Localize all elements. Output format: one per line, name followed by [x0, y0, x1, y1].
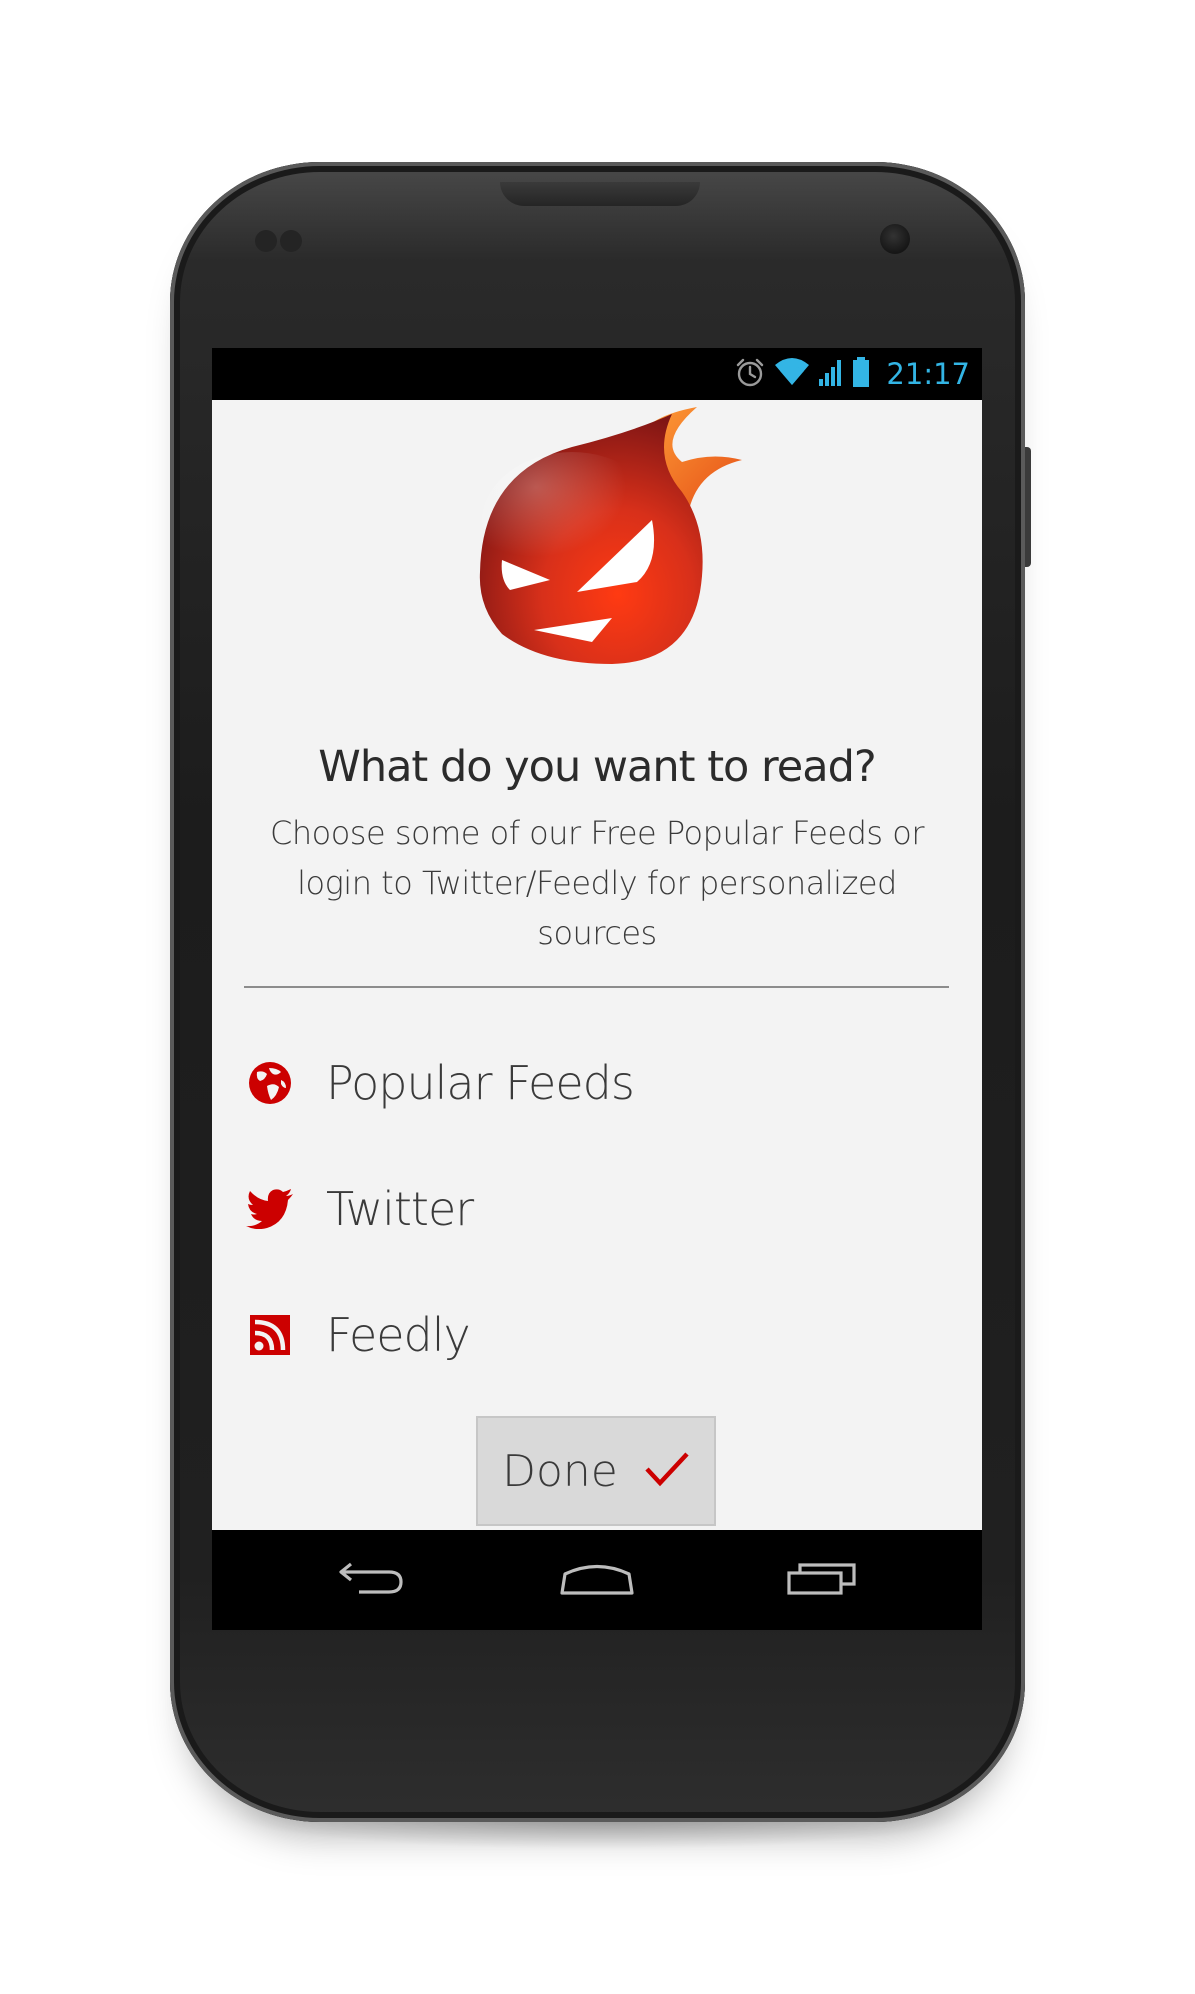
option-label: Popular Feeds: [326, 1056, 635, 1110]
page-title: What do you want to read?: [318, 742, 876, 792]
home-icon: [559, 1560, 635, 1600]
option-label: Feedly: [326, 1308, 471, 1362]
option-feedly[interactable]: Feedly: [244, 1280, 949, 1390]
checkmark-icon: [644, 1451, 690, 1491]
navigation-bar: [212, 1530, 982, 1630]
twitter-bird-icon: [244, 1183, 296, 1235]
done-button[interactable]: Done: [476, 1416, 716, 1526]
onboarding-screen: What do you want to read? Choose some of…: [212, 400, 982, 1530]
power-button: [1025, 447, 1031, 567]
alarm-icon: [734, 356, 766, 392]
option-twitter[interactable]: Twitter: [244, 1154, 949, 1264]
screen: 21:17 What do you want to read? Choose s…: [212, 348, 982, 1630]
option-label: Twitter: [326, 1182, 474, 1236]
home-button[interactable]: [547, 1552, 647, 1608]
rss-icon: [244, 1309, 296, 1361]
status-icons: 21:17: [734, 354, 970, 394]
wifi-icon: [774, 357, 810, 391]
recent-apps-icon: [786, 1560, 858, 1600]
globe-icon: [244, 1057, 296, 1109]
option-popular-feeds[interactable]: Popular Feeds: [244, 1028, 949, 1138]
divider: [244, 986, 949, 988]
back-button[interactable]: [322, 1552, 422, 1608]
page-subtitle: Choose some of our Free Popular Feeds or…: [270, 814, 924, 952]
light-sensor: [280, 230, 302, 252]
back-icon: [337, 1560, 407, 1600]
status-bar: 21:17: [212, 348, 982, 400]
devil-flame-logo: [442, 402, 762, 712]
earpiece: [500, 182, 700, 206]
recent-apps-button[interactable]: [772, 1552, 872, 1608]
front-camera: [880, 224, 910, 254]
proximity-sensor: [255, 230, 277, 252]
status-clock: 21:17: [886, 357, 970, 391]
battery-icon: [852, 356, 870, 392]
signal-icon: [818, 357, 844, 391]
done-label: Done: [502, 1445, 618, 1497]
